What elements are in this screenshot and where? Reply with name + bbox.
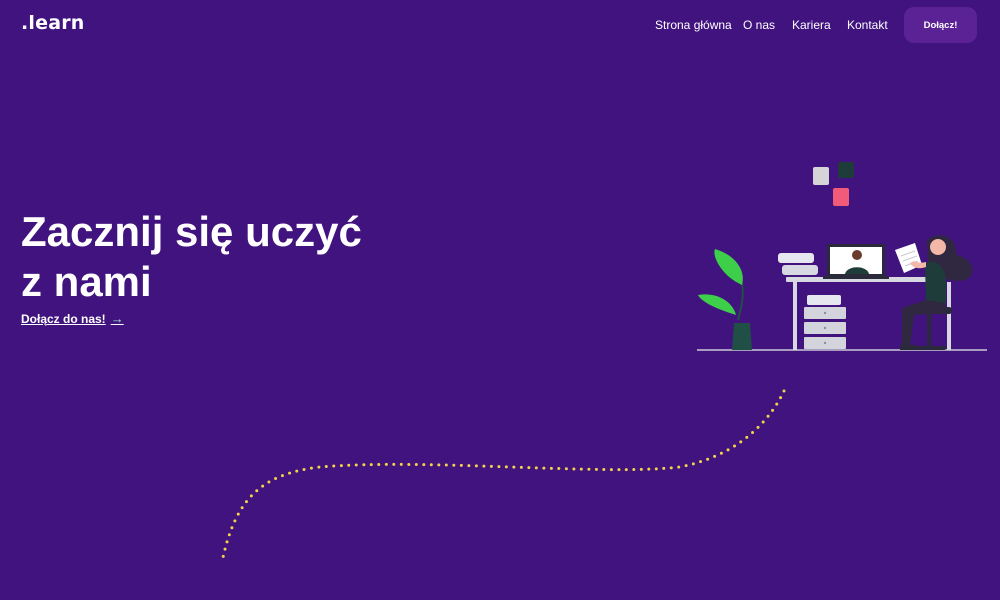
floating-square-dark [838,162,854,178]
book-stack [778,253,814,263]
book-stack-2 [782,265,818,275]
laptop-icon [823,244,889,279]
desk-leg-left [793,282,797,350]
person-reading-icon [895,235,973,350]
drawer-cabinet [804,295,846,349]
floating-square-pink [833,188,849,206]
plant-icon [698,249,752,350]
study-illustration [697,162,987,351]
desk-leg-right [947,282,951,350]
landing-page: .learn Strona główna O nas Kariera Konta… [0,0,1000,600]
floating-square-grey [813,167,829,185]
